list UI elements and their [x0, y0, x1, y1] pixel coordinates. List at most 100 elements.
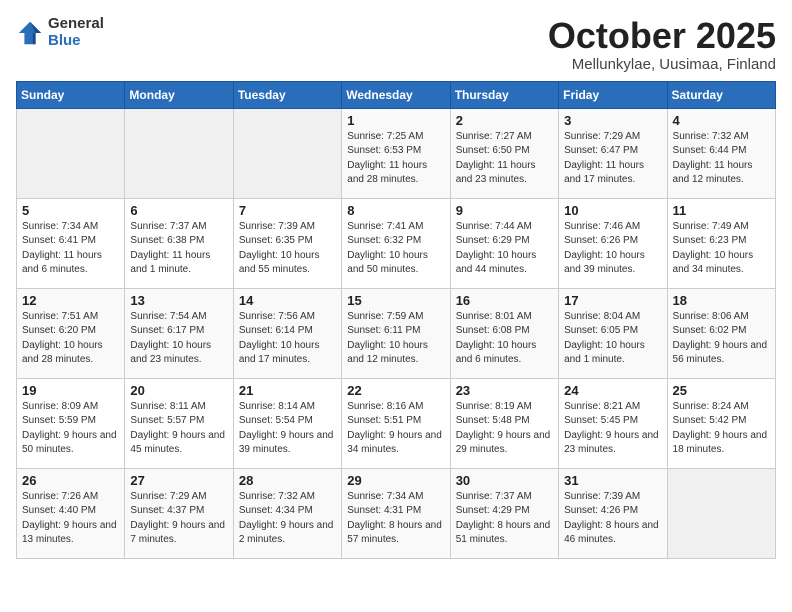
calendar-cell: 18 Sunrise: 8:06 AMSunset: 6:02 PMDayligh…	[667, 288, 775, 378]
title-area: October 2025 Mellunkylae, Uusimaa, Finla…	[548, 16, 776, 73]
day-info: Sunrise: 7:54 AMSunset: 6:17 PMDaylight:…	[130, 310, 227, 368]
day-info: Sunrise: 8:09 AMSunset: 5:59 PMDaylight:…	[22, 400, 119, 458]
day-number: 29	[347, 473, 444, 488]
day-number: 11	[673, 203, 770, 218]
day-info: Sunrise: 8:06 AMSunset: 6:02 PMDaylight:…	[673, 310, 770, 368]
day-number: 24	[564, 383, 661, 398]
logo-general-text: General	[48, 16, 104, 33]
day-info: Sunrise: 7:37 AMSunset: 4:29 PMDaylight:…	[456, 490, 553, 548]
calendar-cell: 19 Sunrise: 8:09 AMSunset: 5:59 PMDayligh…	[17, 378, 125, 468]
logo-icon	[16, 19, 44, 47]
day-number: 1	[347, 113, 444, 128]
day-info: Sunrise: 7:59 AMSunset: 6:11 PMDaylight:…	[347, 310, 444, 368]
day-number: 23	[456, 383, 553, 398]
day-number: 4	[673, 113, 770, 128]
day-info: Sunrise: 8:21 AMSunset: 5:45 PMDaylight:…	[564, 400, 661, 458]
calendar-cell: 25 Sunrise: 8:24 AMSunset: 5:42 PMDayligh…	[667, 378, 775, 468]
day-number: 2	[456, 113, 553, 128]
day-info: Sunrise: 7:26 AMSunset: 4:40 PMDaylight:…	[22, 490, 119, 548]
logo-text: General Blue	[48, 16, 104, 49]
calendar-cell: 12 Sunrise: 7:51 AMSunset: 6:20 PMDayligh…	[17, 288, 125, 378]
calendar-cell: 6Sunrise: 7:37 AMSunset: 6:38 PMDaylight…	[125, 198, 233, 288]
day-number: 30	[456, 473, 553, 488]
calendar-cell: 26 Sunrise: 7:26 AMSunset: 4:40 PMDayligh…	[17, 468, 125, 558]
day-info: Sunrise: 7:39 AMSunset: 6:35 PMDaylight:…	[239, 220, 336, 278]
day-info: Sunrise: 7:49 AMSunset: 6:23 PMDaylight:…	[673, 220, 770, 278]
calendar-cell: 8 Sunrise: 7:41 AMSunset: 6:32 PMDaylight…	[342, 198, 450, 288]
day-info: Sunrise: 7:29 AMSunset: 6:47 PMDaylight:…	[564, 130, 661, 188]
calendar-cell: 15 Sunrise: 7:59 AMSunset: 6:11 PMDayligh…	[342, 288, 450, 378]
day-number: 31	[564, 473, 661, 488]
header-sunday: Sunday	[17, 81, 125, 108]
calendar-cell: 21Sunrise: 8:14 AMSunset: 5:54 PMDayligh…	[233, 378, 341, 468]
day-number: 13	[130, 293, 227, 308]
calendar-week-row: 26 Sunrise: 7:26 AMSunset: 4:40 PMDayligh…	[17, 468, 776, 558]
calendar-cell	[125, 108, 233, 198]
calendar-cell: 20 Sunrise: 8:11 AMSunset: 5:57 PMDayligh…	[125, 378, 233, 468]
calendar-cell: 3 Sunrise: 7:29 AMSunset: 6:47 PMDaylight…	[559, 108, 667, 198]
day-info: Sunrise: 7:29 AMSunset: 4:37 PMDaylight:…	[130, 490, 227, 548]
calendar-cell	[667, 468, 775, 558]
day-info: Sunrise: 8:24 AMSunset: 5:42 PMDaylight:…	[673, 400, 770, 458]
logo: General Blue	[16, 16, 104, 49]
calendar-cell: 9 Sunrise: 7:44 AMSunset: 6:29 PMDaylight…	[450, 198, 558, 288]
day-number: 25	[673, 383, 770, 398]
calendar-cell: 31Sunrise: 7:39 AMSunset: 4:26 PMDayligh…	[559, 468, 667, 558]
day-number: 28	[239, 473, 336, 488]
day-info: Sunrise: 8:01 AMSunset: 6:08 PMDaylight:…	[456, 310, 553, 368]
calendar-cell: 14 Sunrise: 7:56 AMSunset: 6:14 PMDayligh…	[233, 288, 341, 378]
day-info: Sunrise: 7:25 AMSunset: 6:53 PMDaylight:…	[347, 130, 444, 188]
day-number: 14	[239, 293, 336, 308]
header-tuesday: Tuesday	[233, 81, 341, 108]
logo-blue-text: Blue	[48, 33, 104, 50]
day-number: 8	[347, 203, 444, 218]
day-info: Sunrise: 8:11 AMSunset: 5:57 PMDaylight:…	[130, 400, 227, 458]
day-number: 21	[239, 383, 336, 398]
day-number: 15	[347, 293, 444, 308]
month-title: October 2025	[548, 16, 776, 56]
day-number: 12	[22, 293, 119, 308]
day-number: 20	[130, 383, 227, 398]
calendar-week-row: 19 Sunrise: 8:09 AMSunset: 5:59 PMDayligh…	[17, 378, 776, 468]
calendar-cell	[233, 108, 341, 198]
calendar-cell: 29 Sunrise: 7:34 AMSunset: 4:31 PMDayligh…	[342, 468, 450, 558]
day-number: 27	[130, 473, 227, 488]
calendar-cell: 23Sunrise: 8:19 AMSunset: 5:48 PMDayligh…	[450, 378, 558, 468]
calendar-week-row: 5Sunrise: 7:34 AMSunset: 6:41 PMDaylight…	[17, 198, 776, 288]
calendar-cell	[17, 108, 125, 198]
calendar-cell: 7Sunrise: 7:39 AMSunset: 6:35 PMDaylight…	[233, 198, 341, 288]
calendar-cell: 4 Sunrise: 7:32 AMSunset: 6:44 PMDaylight…	[667, 108, 775, 198]
header-thursday: Thursday	[450, 81, 558, 108]
header-friday: Friday	[559, 81, 667, 108]
calendar-cell: 16 Sunrise: 8:01 AMSunset: 6:08 PMDayligh…	[450, 288, 558, 378]
calendar-cell: 10 Sunrise: 7:46 AMSunset: 6:26 PMDayligh…	[559, 198, 667, 288]
calendar-week-row: 1 Sunrise: 7:25 AMSunset: 6:53 PMDaylight…	[17, 108, 776, 198]
day-number: 19	[22, 383, 119, 398]
day-info: Sunrise: 7:56 AMSunset: 6:14 PMDaylight:…	[239, 310, 336, 368]
day-info: Sunrise: 7:32 AMSunset: 6:44 PMDaylight:…	[673, 130, 770, 188]
calendar-cell: 27 Sunrise: 7:29 AMSunset: 4:37 PMDayligh…	[125, 468, 233, 558]
calendar-cell: 30 Sunrise: 7:37 AMSunset: 4:29 PMDayligh…	[450, 468, 558, 558]
day-info: Sunrise: 7:41 AMSunset: 6:32 PMDaylight:…	[347, 220, 444, 278]
calendar-cell: 22Sunrise: 8:16 AMSunset: 5:51 PMDayligh…	[342, 378, 450, 468]
day-number: 16	[456, 293, 553, 308]
calendar-cell: 2 Sunrise: 7:27 AMSunset: 6:50 PMDaylight…	[450, 108, 558, 198]
calendar-cell: 17Sunrise: 8:04 AMSunset: 6:05 PMDayligh…	[559, 288, 667, 378]
day-number: 17	[564, 293, 661, 308]
day-number: 10	[564, 203, 661, 218]
day-info: Sunrise: 7:46 AMSunset: 6:26 PMDaylight:…	[564, 220, 661, 278]
location-subtitle: Mellunkylae, Uusimaa, Finland	[548, 56, 776, 73]
page-header: General Blue October 2025 Mellunkylae, U…	[16, 16, 776, 73]
day-number: 3	[564, 113, 661, 128]
day-number: 18	[673, 293, 770, 308]
day-number: 9	[456, 203, 553, 218]
day-info: Sunrise: 7:34 AMSunset: 4:31 PMDaylight:…	[347, 490, 444, 548]
calendar-week-row: 12 Sunrise: 7:51 AMSunset: 6:20 PMDayligh…	[17, 288, 776, 378]
calendar-cell: 5Sunrise: 7:34 AMSunset: 6:41 PMDaylight…	[17, 198, 125, 288]
day-info: Sunrise: 7:51 AMSunset: 6:20 PMDaylight:…	[22, 310, 119, 368]
day-number: 26	[22, 473, 119, 488]
day-info: Sunrise: 7:27 AMSunset: 6:50 PMDaylight:…	[456, 130, 553, 188]
day-info: Sunrise: 7:32 AMSunset: 4:34 PMDaylight:…	[239, 490, 336, 548]
day-info: Sunrise: 7:44 AMSunset: 6:29 PMDaylight:…	[456, 220, 553, 278]
calendar-cell: 28 Sunrise: 7:32 AMSunset: 4:34 PMDayligh…	[233, 468, 341, 558]
